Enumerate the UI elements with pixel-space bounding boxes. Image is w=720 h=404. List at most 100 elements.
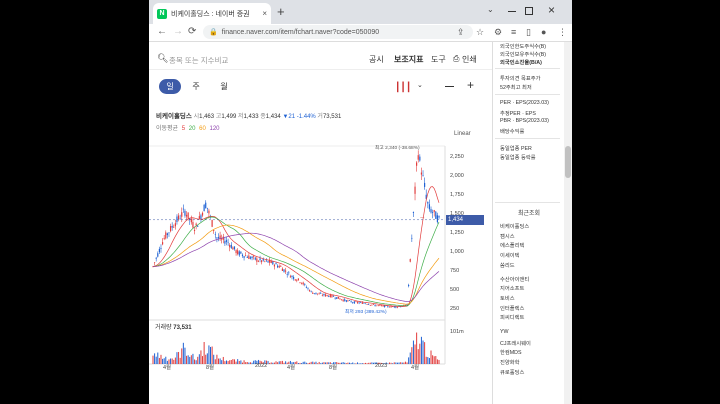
panel-scrollbar[interactable] xyxy=(564,42,572,404)
recent-item[interactable]: CJ프레시웨이 xyxy=(500,339,531,347)
candle-body xyxy=(358,302,360,304)
candle-body xyxy=(289,276,292,278)
volume-bar xyxy=(302,361,304,364)
candle-body xyxy=(371,304,373,306)
search-icon[interactable]: 🔍︎ xyxy=(157,53,168,64)
candle-body xyxy=(360,302,362,303)
ma-5: 5 xyxy=(181,126,186,132)
extensions-icon[interactable]: ⚙ xyxy=(494,27,502,38)
volume-bar xyxy=(318,361,320,364)
volume-bar xyxy=(194,359,196,364)
volume-bar xyxy=(225,360,227,364)
candle-body xyxy=(323,293,325,296)
recent-item[interactable]: 진양화학 xyxy=(500,358,520,366)
volume-bar xyxy=(406,362,408,364)
volume-bar xyxy=(248,362,250,364)
forward-button[interactable]: → xyxy=(173,26,183,37)
volume-bar xyxy=(369,362,371,364)
volume-bar xyxy=(357,362,359,364)
candle-body xyxy=(195,223,197,226)
volume-bar xyxy=(420,336,422,364)
price-chart[interactable] xyxy=(149,138,492,370)
scrollbar-thumb[interactable] xyxy=(565,146,571,178)
period-month-button[interactable]: 월 xyxy=(213,79,235,94)
share-icon[interactable]: ⇪ xyxy=(457,27,465,38)
print-icon[interactable]: ⎙ xyxy=(453,54,459,64)
recent-item[interactable]: 비케이홀딩스 xyxy=(500,222,529,230)
candlestick-icon[interactable]: ┃┃┃ xyxy=(395,82,411,93)
menu-tools[interactable]: 도구 xyxy=(431,54,446,65)
recent-item[interactable]: 씀리드 xyxy=(500,261,515,269)
volume-bar xyxy=(296,361,298,364)
panel-item: 52주최고 최저 xyxy=(500,85,532,91)
volume-bar xyxy=(321,362,323,364)
volume-bar xyxy=(427,357,429,364)
volume-bar xyxy=(372,362,374,364)
volume-bar xyxy=(365,362,367,364)
tab-search-chevron-icon[interactable]: ⌄ xyxy=(487,5,494,14)
recent-item[interactable]: 이세이텍 xyxy=(500,251,520,259)
recent-item[interactable]: 에스폴리텍 xyxy=(500,241,524,249)
recent-item[interactable]: 한컴MDS xyxy=(500,348,522,356)
change-value: ▼21 xyxy=(282,114,296,120)
window-minimize-button[interactable] xyxy=(508,11,516,12)
reload-button[interactable]: ⟳ xyxy=(188,26,196,37)
zoom-out-button[interactable] xyxy=(445,86,454,87)
candle-body xyxy=(280,266,282,267)
recent-item[interactable]: 지어소프트 xyxy=(500,284,524,292)
window-maximize-button[interactable] xyxy=(525,7,533,15)
profile-avatar-icon[interactable]: ● xyxy=(541,27,546,37)
recent-item[interactable]: 토비스 xyxy=(500,294,515,302)
candle-body xyxy=(251,256,253,259)
candle-body xyxy=(337,296,339,299)
ohlc-info: 비케이홀딩스 시1,463 고1,499 저1,433 종1,434 ▼21 -… xyxy=(156,110,341,120)
volume-bar xyxy=(342,362,344,364)
new-tab-button[interactable]: + xyxy=(277,5,285,19)
bookmark-star-icon[interactable]: ☆ xyxy=(476,27,484,38)
address-bar[interactable]: 🔒 finance.naver.com/item/fchart.naver?co… xyxy=(203,25,473,39)
menu-indicator[interactable]: 보조지표 xyxy=(394,54,423,65)
recent-item[interactable]: 인터플렉스 xyxy=(500,304,524,312)
candle-body xyxy=(353,301,355,304)
volume-bar xyxy=(232,359,234,364)
volume-bar xyxy=(387,363,389,364)
candle-body xyxy=(372,304,375,305)
high-value: 1,499 xyxy=(221,114,237,120)
volume-bar xyxy=(190,355,192,364)
tab-close-icon[interactable]: × xyxy=(262,9,267,18)
candle-body xyxy=(302,282,304,285)
volume-unit: 101m xyxy=(450,329,464,335)
browser-tab[interactable]: N 비케이홀딩스 : 네이버 증권 × xyxy=(153,3,271,24)
candle-body xyxy=(278,266,280,268)
candle-body xyxy=(272,261,274,265)
volume-bar xyxy=(249,362,251,364)
zoom-in-button[interactable]: + xyxy=(467,78,474,92)
candle-body xyxy=(177,215,180,220)
compare-search-input[interactable]: 종목 또는 지수비교 xyxy=(169,55,228,66)
recent-item[interactable]: 캠시스 xyxy=(500,232,515,240)
volume-bar xyxy=(275,361,277,364)
candle-body xyxy=(396,306,399,308)
media-icon[interactable]: ≡ xyxy=(511,27,516,37)
back-button[interactable]: ← xyxy=(157,26,167,37)
candle-body xyxy=(350,301,352,303)
recent-item[interactable]: YW xyxy=(500,329,509,335)
recent-item[interactable]: 수산아이앤티 xyxy=(500,275,529,283)
menu-print[interactable]: 인쇄 xyxy=(462,54,477,65)
scale-selector[interactable]: Linear xyxy=(454,131,471,137)
candle-body xyxy=(369,304,371,306)
recent-item[interactable]: 큐로홀딩스 xyxy=(500,368,524,376)
menu-notice[interactable]: 공시 xyxy=(369,54,384,65)
period-week-button[interactable]: 주 xyxy=(185,79,207,94)
current-price-snip: ㅡ xyxy=(420,216,425,221)
recent-item[interactable]: 피씨디렉트 xyxy=(500,313,524,321)
menu-kebab-icon[interactable]: ⋮ xyxy=(558,27,567,38)
sidepanel-icon[interactable]: ▯ xyxy=(526,27,531,38)
candle-body xyxy=(436,215,439,223)
period-day-button[interactable]: 일 xyxy=(159,79,181,94)
chart-type-chevron-icon[interactable]: ⌄ xyxy=(417,81,423,89)
volume-bar xyxy=(211,346,213,364)
moving-average-legend[interactable]: 이동평균 5 20 60 120 xyxy=(156,123,222,132)
candle-body xyxy=(307,288,309,289)
window-close-button[interactable]: × xyxy=(548,3,555,17)
